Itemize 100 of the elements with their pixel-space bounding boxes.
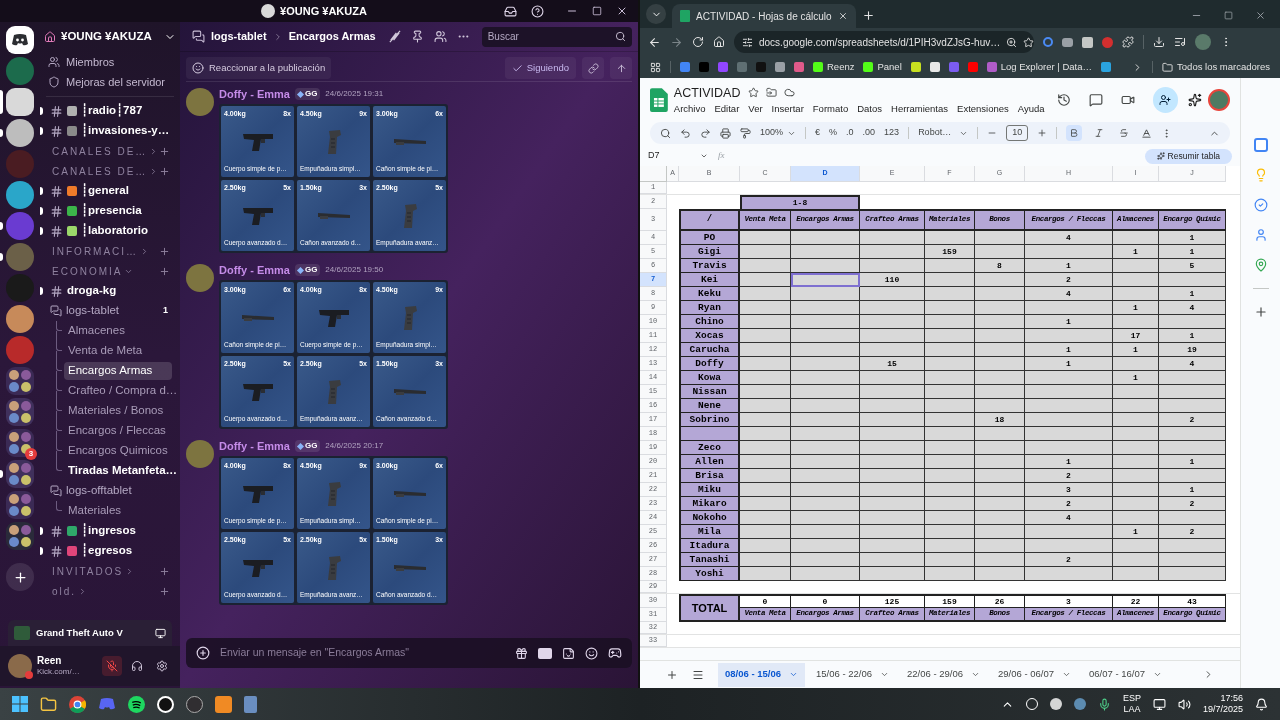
table-cell[interactable]: 2 bbox=[1025, 273, 1113, 287]
table-cell[interactable]: 1 bbox=[1159, 483, 1226, 497]
thread-item[interactable]: Encargos Quimicos bbox=[64, 442, 172, 460]
search-field[interactable]: Buscar bbox=[481, 26, 632, 47]
menu-item[interactable]: Archivo bbox=[673, 102, 706, 117]
table-cell[interactable]: 8 bbox=[975, 259, 1025, 273]
server-name[interactable]: ¥OUNG ¥AKUZA bbox=[61, 28, 152, 46]
channel-name[interactable]: ┊radio┊787 bbox=[81, 102, 143, 120]
zoom-dropdown[interactable]: 100% bbox=[760, 126, 797, 140]
thread-item[interactable]: Venta de Meta bbox=[64, 342, 172, 360]
table-cell[interactable]: 1 bbox=[1025, 343, 1113, 357]
bookmark[interactable]: Reenz bbox=[813, 59, 855, 75]
increase-decimals-button[interactable]: .00 bbox=[862, 126, 876, 140]
menu-item[interactable]: Editar bbox=[714, 102, 740, 117]
react-button[interactable]: Reaccionar a la publicación bbox=[186, 57, 332, 79]
sheet-tab[interactable]: 29/06 - 06/07 bbox=[991, 662, 1078, 687]
table-cell[interactable]: 1 bbox=[1113, 371, 1159, 385]
table-cell[interactable]: 2 bbox=[1159, 413, 1226, 427]
menu-item[interactable]: Datos bbox=[857, 102, 882, 117]
menu-item[interactable]: Extensiones bbox=[957, 102, 1009, 117]
channel-name[interactable]: ┊general bbox=[81, 182, 129, 200]
table-cell[interactable]: 1 bbox=[1159, 455, 1226, 469]
category-name[interactable]: INVITADOS bbox=[52, 563, 124, 579]
menu-item[interactable]: Ayuda bbox=[1017, 102, 1045, 117]
table-cell[interactable]: 4 bbox=[1025, 287, 1113, 301]
channel-name[interactable]: logs-tablet bbox=[66, 302, 120, 320]
thread-item[interactable]: Encargos Armas bbox=[64, 362, 172, 380]
thread-item[interactable]: Tiradas Metanfeta… bbox=[64, 462, 182, 480]
category-name[interactable]: CANALES DE… bbox=[52, 143, 148, 159]
table-cell[interactable]: 1 bbox=[1025, 357, 1113, 371]
document-title[interactable]: ACTIVIDAD bbox=[673, 83, 741, 103]
table-cell[interactable]: 2 bbox=[1025, 497, 1113, 511]
category-name[interactable]: INFORMACI… bbox=[52, 243, 139, 259]
author-name[interactable]: Doffy - Emma bbox=[219, 85, 290, 103]
clock-time[interactable]: 17:56 bbox=[1220, 692, 1243, 704]
table-cell[interactable]: 110 bbox=[860, 273, 925, 287]
font-size-field[interactable]: 10 bbox=[1006, 125, 1029, 141]
author-name[interactable]: Doffy - Emma bbox=[219, 261, 290, 279]
server-link[interactable]: Miembros bbox=[66, 53, 115, 71]
table-cell[interactable]: 2 bbox=[1159, 525, 1226, 539]
table-cell[interactable]: 1 bbox=[1025, 455, 1113, 469]
table-cell[interactable]: 19 bbox=[1159, 343, 1226, 357]
table-cell[interactable]: 1 bbox=[1025, 315, 1113, 329]
sheet-tab[interactable]: 08/06 - 15/06 bbox=[718, 662, 805, 687]
table-cell[interactable]: 1 bbox=[1159, 231, 1226, 245]
thread-item[interactable]: Materiales bbox=[64, 502, 172, 520]
thread-item[interactable]: Crafteo / Compra d… bbox=[64, 382, 182, 400]
table-cell[interactable]: 1 bbox=[1113, 301, 1159, 315]
table-cell[interactable]: 2 bbox=[1159, 497, 1226, 511]
channel-name[interactable]: ┊laboratorio bbox=[81, 222, 149, 240]
font-dropdown[interactable]: Robot… bbox=[918, 126, 969, 140]
channel-name[interactable]: ┊egresos bbox=[81, 542, 133, 560]
channel-name[interactable]: ┊presencia bbox=[81, 202, 142, 220]
follow-button[interactable]: Siguiendo bbox=[504, 57, 576, 79]
table-cell[interactable]: 18 bbox=[975, 413, 1025, 427]
table-cell[interactable]: 3 bbox=[1025, 483, 1113, 497]
thread-item[interactable]: Almacenes bbox=[64, 322, 172, 340]
table-cell[interactable]: 1 bbox=[1025, 259, 1113, 273]
table-cell[interactable]: 1 bbox=[1113, 343, 1159, 357]
clock-date[interactable]: 19/7/2025 bbox=[1202, 704, 1243, 716]
browser-tab[interactable]: ACTIVIDAD - Hojas de cálculo bbox=[672, 4, 856, 28]
decrease-decimals-button[interactable]: .0 bbox=[846, 126, 854, 140]
address-bar[interactable]: docs.google.com/spreadsheets/d/1PIH3vdZJsG-huv… bbox=[734, 31, 1034, 53]
author-name[interactable]: Doffy - Emma bbox=[219, 437, 290, 455]
table-cell[interactable]: 1 bbox=[1113, 245, 1159, 259]
bookmark[interactable]: Panel bbox=[863, 59, 902, 75]
channel-name[interactable]: logs-offtablet bbox=[66, 482, 132, 500]
table-cell[interactable]: 4 bbox=[1025, 231, 1113, 245]
sheet-tab[interactable]: 15/06 - 22/06 bbox=[809, 662, 896, 687]
table-cell[interactable]: 5 bbox=[1159, 259, 1226, 273]
thread-item[interactable]: Materiales / Bonos bbox=[64, 402, 172, 420]
channel-name[interactable]: droga-kg bbox=[67, 282, 117, 300]
channel-name[interactable]: ┊invasiones-y… bbox=[81, 122, 170, 140]
category-name[interactable]: CANALES DE… bbox=[52, 163, 148, 179]
message-field[interactable]: Enviar un mensaje en "Encargos Armas" bbox=[186, 638, 632, 668]
table-cell[interactable]: 2 bbox=[1025, 553, 1113, 567]
table-cell[interactable]: 4 bbox=[1025, 511, 1113, 525]
table-cell[interactable]: 1 bbox=[1159, 329, 1226, 343]
category-name[interactable]: old. bbox=[52, 583, 77, 599]
table-cell[interactable]: 4 bbox=[1159, 357, 1226, 371]
table-cell[interactable]: 4 bbox=[1159, 301, 1226, 315]
bookmark-folder[interactable]: Todos los marcadores bbox=[1162, 59, 1270, 75]
channel-name[interactable]: ┊ingresos bbox=[81, 522, 136, 540]
percent-button[interactable]: % bbox=[829, 126, 838, 140]
menu-item[interactable]: Insertar bbox=[771, 102, 804, 117]
sheet-tab[interactable]: 06/07 - 16/07 bbox=[1082, 662, 1169, 687]
number-format-button[interactable]: 123 bbox=[884, 126, 900, 140]
menu-item[interactable]: Ver bbox=[748, 102, 763, 117]
language-layout[interactable]: LAA bbox=[1123, 704, 1141, 716]
table-cell[interactable]: 159 bbox=[925, 245, 975, 259]
server-link[interactable]: Mejoras del servidor bbox=[66, 73, 166, 91]
table-cell[interactable]: 1 bbox=[1159, 245, 1226, 259]
breadcrumb-link[interactable]: logs-tablet bbox=[211, 28, 267, 45]
summarize-button[interactable]: Resumir tabla bbox=[1144, 148, 1232, 164]
thread-item[interactable]: Encargos / Fleccas bbox=[64, 422, 172, 440]
category-name[interactable]: ECONOMIA bbox=[52, 263, 123, 279]
name-box[interactable]: D7 bbox=[648, 149, 708, 163]
server-folder[interactable]: 3 bbox=[6, 429, 34, 457]
bookmark[interactable]: Log Explorer | Data… bbox=[986, 59, 1092, 75]
sheet-tab[interactable]: 22/06 - 29/06 bbox=[900, 662, 987, 687]
